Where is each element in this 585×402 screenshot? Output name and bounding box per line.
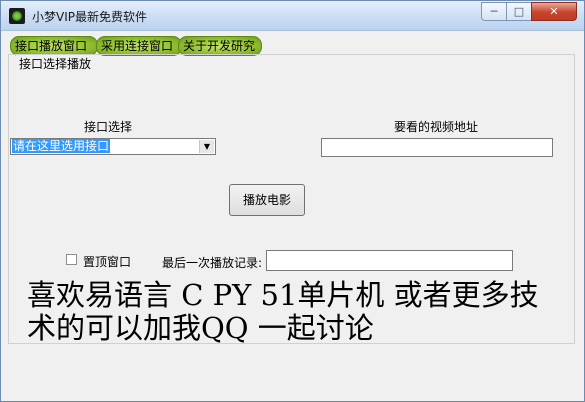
group-legend: 接口选择播放	[16, 55, 95, 72]
last-record-label: 最后一次播放记录:	[162, 256, 263, 270]
play-movie-button[interactable]: 播放电影	[229, 184, 305, 216]
url-label: 要看的视频地址	[394, 120, 479, 134]
interface-selected-value: 请在这里选用接口	[12, 139, 111, 153]
url-input[interactable]	[321, 138, 553, 157]
tab-about[interactable]: 关于开发研究	[178, 36, 262, 56]
tab-connection[interactable]: 采用连接窗口	[96, 36, 182, 56]
close-button[interactable]: ✕	[531, 2, 577, 21]
app-icon	[9, 8, 25, 24]
interface-label: 接口选择	[84, 120, 133, 134]
window-title: 小梦VIP最新免费软件	[32, 10, 147, 24]
chevron-down-icon[interactable]: ▼	[199, 140, 214, 153]
interface-select[interactable]: 请在这里选用接口 ▼	[10, 138, 216, 155]
minimize-button[interactable]: ─	[481, 2, 507, 21]
promo-message: 喜欢易语言 C PY 51单片机 或者更多技术的可以加我QQ 一起讨论	[27, 279, 539, 345]
topmost-checkbox[interactable]	[66, 254, 77, 265]
app-window: 小梦VIP最新免费软件 ─ □ ✕ 接口播放窗口 采用连接窗口 关于开发研究 接…	[0, 0, 585, 402]
topmost-label: 置顶窗口	[83, 255, 132, 269]
tab-interface-play[interactable]: 接口播放窗口	[10, 36, 98, 56]
title-bar[interactable]: 小梦VIP最新免费软件 ─ □ ✕	[1, 1, 584, 31]
last-record-input[interactable]	[266, 250, 513, 271]
maximize-button[interactable]: □	[506, 2, 532, 21]
